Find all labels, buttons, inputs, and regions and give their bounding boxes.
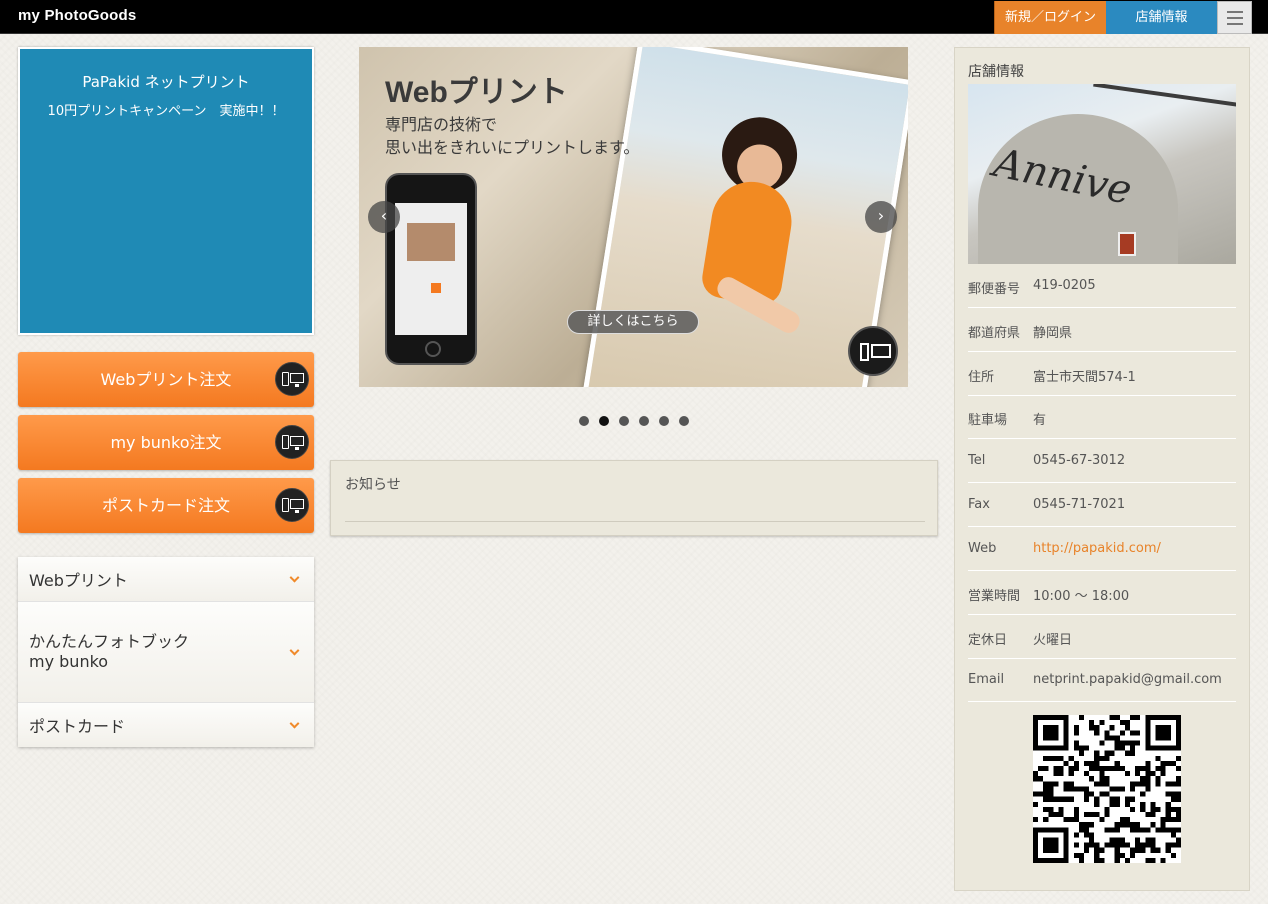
category-web-print[interactable]: Webプリント xyxy=(18,557,314,602)
info-key: 住所 xyxy=(968,370,995,385)
slider-next-arrow-icon[interactable]: › xyxy=(865,201,897,233)
info-key: 駐車場 xyxy=(968,413,1008,428)
store-info-panel: 店舗情報 Annive 郵便番号 419-0205 都道府県 静岡県 住所 富士… xyxy=(954,47,1250,891)
info-row-address: 住所 富士市天間574-1 xyxy=(968,352,1236,396)
info-value: 火曜日 xyxy=(1033,633,1073,648)
order-button-label: my bunko注文 xyxy=(110,433,222,452)
category-label: ポストカード xyxy=(29,717,126,736)
slide-title: Webプリント xyxy=(385,76,568,109)
category-list: Webプリント かんたんフォトブック my bunko ポストカード xyxy=(18,557,314,747)
store-info-title: 店舗情報 xyxy=(968,64,1024,80)
store-photo: Annive xyxy=(968,84,1236,264)
my-bunko-order-button[interactable]: my bunko注文 xyxy=(18,415,314,470)
news-title: お知らせ xyxy=(345,477,401,493)
slider-dot[interactable] xyxy=(619,416,629,426)
hamburger-menu-icon[interactable] xyxy=(1217,1,1252,34)
device-icon xyxy=(275,425,309,459)
device-icon xyxy=(848,326,898,376)
slider-dot[interactable] xyxy=(639,416,649,426)
order-button-label: Webプリント注文 xyxy=(100,370,232,389)
order-button-label: ポストカード注文 xyxy=(101,496,230,515)
info-row-tel: Tel 0545-67-3012 xyxy=(968,439,1236,483)
postcard-order-button[interactable]: ポストカード注文 xyxy=(18,478,314,533)
details-button[interactable]: 詳しくはこちら xyxy=(567,310,699,334)
chevron-down-icon xyxy=(289,572,300,583)
category-postcard[interactable]: ポストカード xyxy=(18,703,314,747)
hero-slider[interactable]: Webプリント 専門店の技術で 思い出をきれいにプリントします。 ‹ › 詳しく… xyxy=(359,47,908,387)
chevron-down-icon xyxy=(289,718,300,729)
info-key: Fax xyxy=(968,497,990,512)
campaign-banner[interactable]: PaPakid ネットプリント 10円プリントキャンペーン 実施中！！ xyxy=(18,47,314,335)
info-key: Email xyxy=(968,672,1005,687)
store-info-button[interactable]: 店舗情報 xyxy=(1106,1,1217,34)
info-key: 都道府県 xyxy=(968,326,1021,341)
info-value: 有 xyxy=(1033,413,1047,428)
device-icon xyxy=(275,488,309,522)
info-key: Tel xyxy=(968,453,986,468)
info-key: Web xyxy=(968,541,997,556)
info-value: 静岡県 xyxy=(1033,326,1073,341)
slider-dot[interactable] xyxy=(599,416,609,426)
divider xyxy=(345,521,925,522)
info-row-closed: 定休日 火曜日 xyxy=(968,615,1236,659)
slide-subtitle: 思い出をきれいにプリントします。 xyxy=(385,138,640,157)
info-value[interactable]: 0545-67-3012 xyxy=(1033,453,1125,468)
category-label: かんたんフォトブック my bunko xyxy=(29,632,190,671)
slider-dot[interactable] xyxy=(579,416,589,426)
slider-prev-arrow-icon[interactable]: ‹ xyxy=(368,201,400,233)
info-key: 営業時間 xyxy=(968,589,1021,604)
info-value: 富士市天間574-1 xyxy=(1033,370,1136,385)
site-logo[interactable]: my PhotoGoods xyxy=(18,7,136,24)
info-key: 郵便番号 xyxy=(968,282,1021,297)
device-icon xyxy=(275,362,309,396)
qr-code-image xyxy=(1033,715,1181,863)
email-link[interactable]: netprint.papakid@gmail.com xyxy=(1033,672,1222,687)
info-value: 419-0205 xyxy=(1033,278,1096,293)
chevron-down-icon xyxy=(289,645,300,656)
info-row-email: Email netprint.papakid@gmail.com xyxy=(968,658,1236,702)
info-row-parking: 駐車場 有 xyxy=(968,395,1236,439)
slider-dot[interactable] xyxy=(679,416,689,426)
category-photobook[interactable]: かんたんフォトブック my bunko xyxy=(18,602,314,703)
category-label: Webプリント xyxy=(29,571,128,590)
smartphone-image xyxy=(385,173,477,365)
info-row-hours: 営業時間 10:00 〜 18:00 xyxy=(968,571,1236,615)
website-link[interactable]: http://papakid.com/ xyxy=(1033,541,1161,556)
login-button[interactable]: 新規／ログイン xyxy=(994,1,1106,34)
slider-dot[interactable] xyxy=(659,416,669,426)
info-row-prefecture: 都道府県 静岡県 xyxy=(968,308,1236,352)
info-value: 10:00 〜 18:00 xyxy=(1033,589,1130,604)
web-print-order-button[interactable]: Webプリント注文 xyxy=(18,352,314,407)
top-bar: my PhotoGoods 新規／ログイン 店舗情報 xyxy=(0,0,1268,34)
info-row-postal: 郵便番号 419-0205 xyxy=(968,264,1236,308)
info-row-fax: Fax 0545-71-7021 xyxy=(968,483,1236,527)
info-key: 定休日 xyxy=(968,633,1008,648)
news-panel: お知らせ xyxy=(330,460,938,536)
slide-subtitle: 専門店の技術で xyxy=(385,115,498,134)
info-value: 0545-71-7021 xyxy=(1033,497,1126,512)
info-row-web: Web http://papakid.com/ xyxy=(968,527,1236,571)
campaign-title: PaPakid ネットプリント xyxy=(82,73,250,91)
campaign-subtitle: 10円プリントキャンペーン 実施中！！ xyxy=(47,104,285,119)
